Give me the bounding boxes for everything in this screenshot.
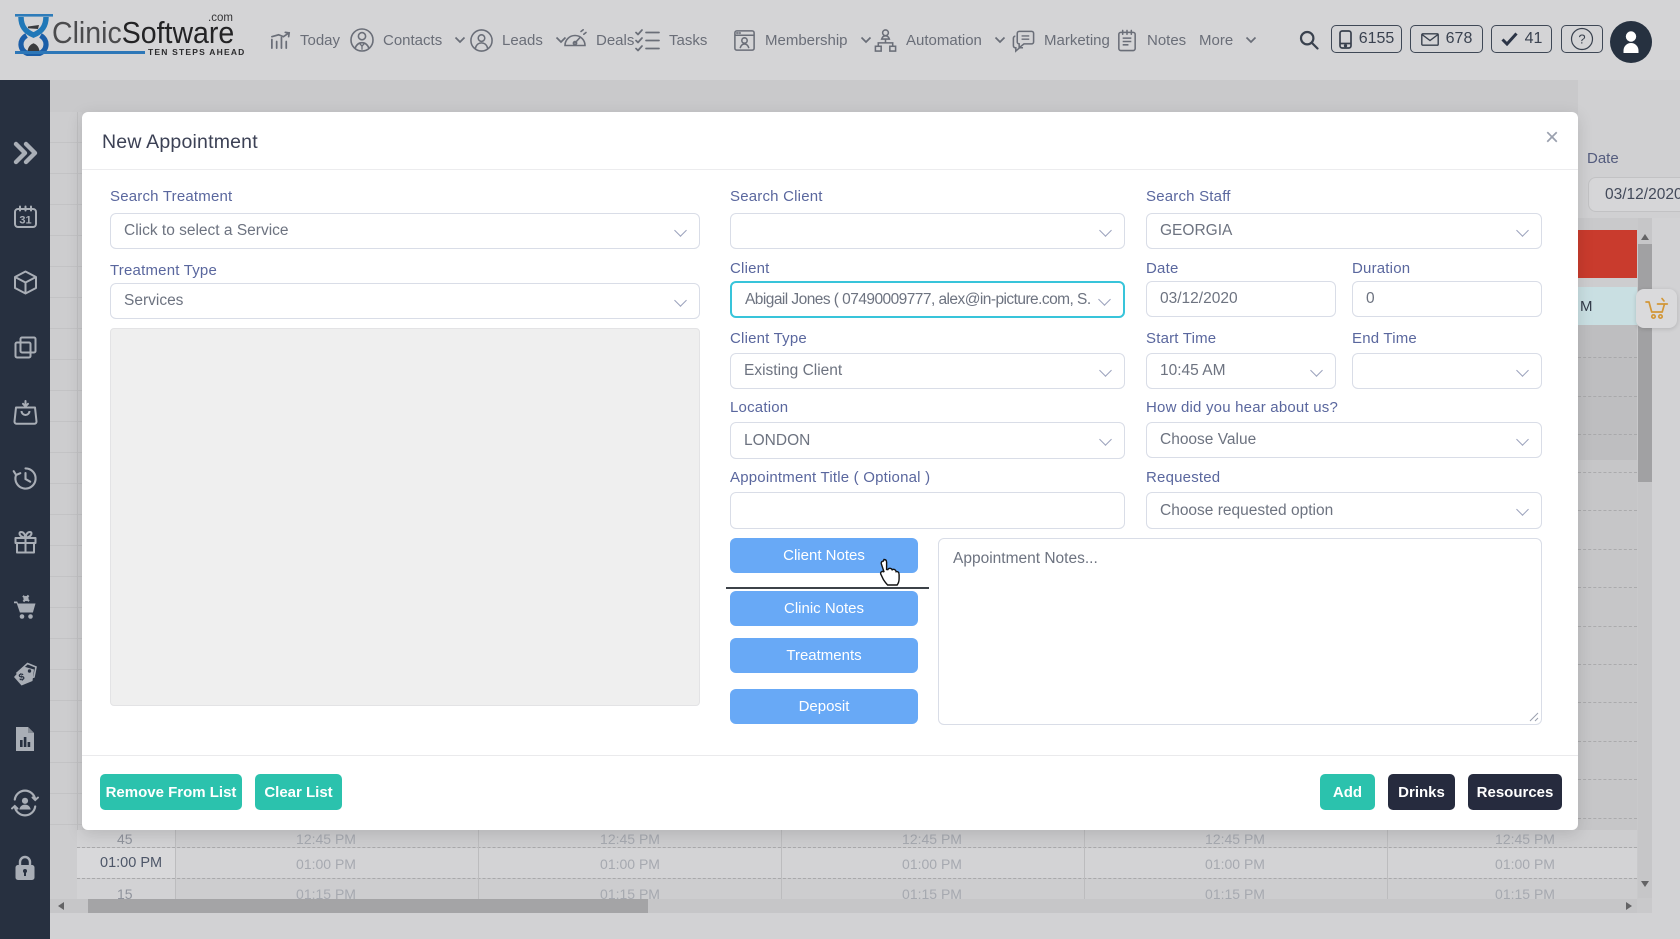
svg-text:31: 31 xyxy=(19,215,31,227)
svg-text:?: ? xyxy=(1578,32,1585,47)
